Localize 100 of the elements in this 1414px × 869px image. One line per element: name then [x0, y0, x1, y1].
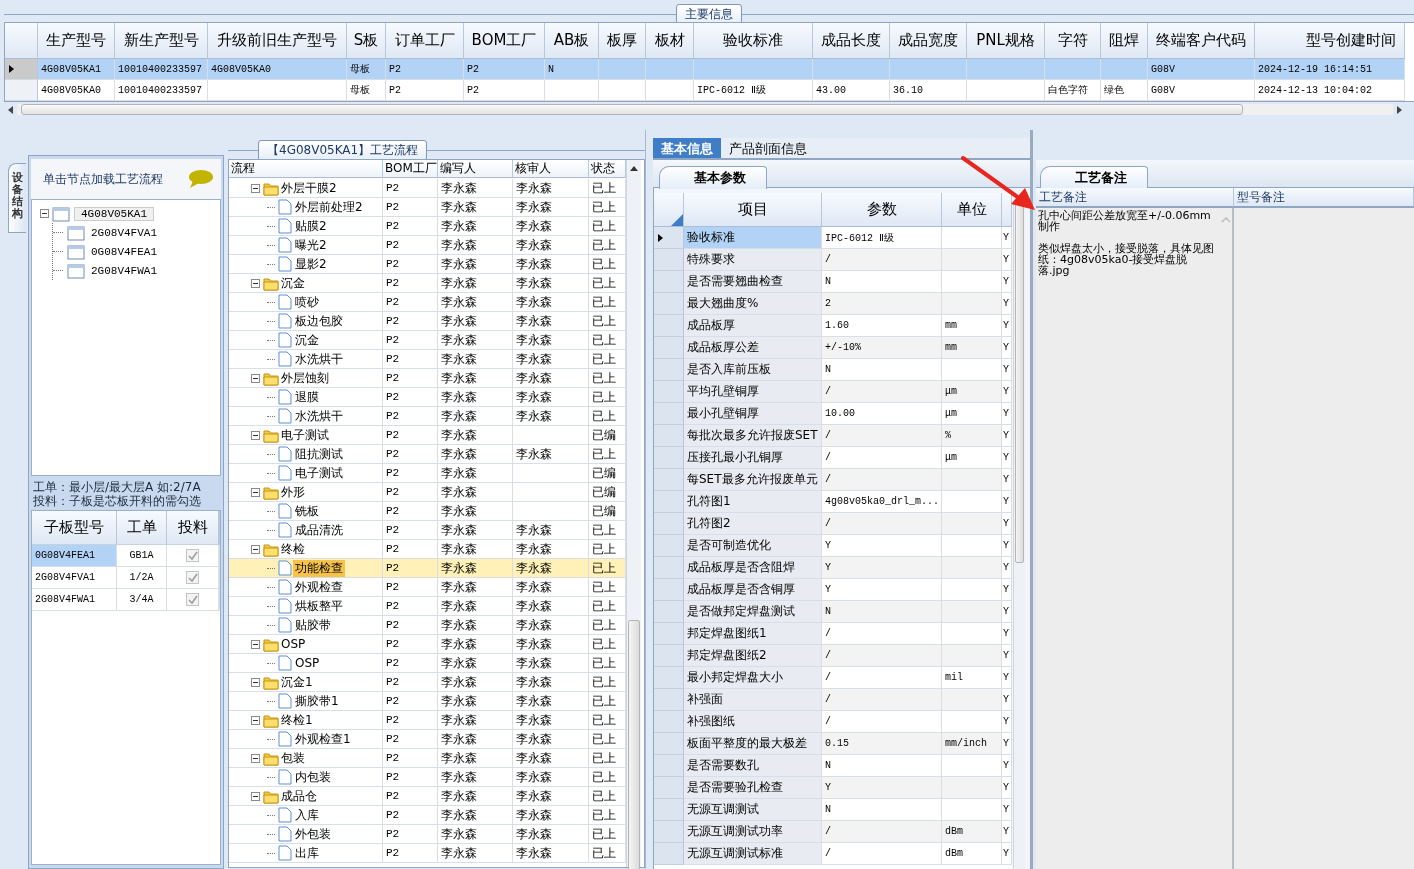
- tab[interactable]: 基本信息: [653, 138, 721, 158]
- tree-node[interactable]: 2G08V4FVA1: [91, 226, 157, 239]
- table-cell: 李永森: [438, 768, 513, 787]
- tree-node[interactable]: 终检: [279, 540, 307, 558]
- column-header[interactable]: 参数: [822, 193, 942, 227]
- tree-node[interactable]: 沉金: [293, 331, 321, 349]
- column-header[interactable]: 成品宽度: [890, 23, 967, 59]
- tree-node[interactable]: 外观检查: [293, 578, 345, 596]
- table-cell: 李永森: [513, 369, 589, 388]
- column-header[interactable]: 项目: [684, 193, 822, 227]
- column-header[interactable]: 工单: [117, 511, 167, 545]
- tree-node[interactable]: 外观检查1: [293, 730, 353, 748]
- tree-node[interactable]: 外层前处理2: [293, 198, 365, 216]
- collapse-icon[interactable]: [251, 544, 260, 554]
- table-cell[interactable]: 2G08V4FVA1: [32, 567, 117, 589]
- column-header[interactable]: 型号创建时间: [1255, 23, 1405, 59]
- tree-node[interactable]: 显影2: [293, 255, 329, 273]
- column-header[interactable]: 升级前旧生产型号: [208, 23, 347, 59]
- collapse-icon[interactable]: [40, 209, 49, 218]
- tree-node[interactable]: 贴膜2: [293, 217, 329, 235]
- tab[interactable]: 基本参数: [659, 166, 767, 189]
- column-header[interactable]: BOM工厂: [383, 160, 438, 178]
- collapse-icon[interactable]: [251, 373, 260, 383]
- tab[interactable]: 工艺备注: [1040, 166, 1148, 189]
- collapse-icon[interactable]: [251, 791, 260, 801]
- tree-node[interactable]: 成品仓: [279, 787, 319, 805]
- tab[interactable]: 产品剖面信息: [721, 138, 815, 158]
- tree-node[interactable]: 水洗烘干: [293, 350, 345, 368]
- tree-node[interactable]: 贴胶带: [293, 616, 333, 634]
- column-header[interactable]: 阻焊: [1101, 23, 1148, 59]
- column-header[interactable]: 订单工厂: [386, 23, 464, 59]
- tree-node[interactable]: 终检1: [279, 711, 315, 729]
- collapse-icon[interactable]: [251, 487, 260, 497]
- tree-node[interactable]: 外形: [279, 483, 307, 501]
- tree-node[interactable]: 2G08V4FWA1: [91, 264, 157, 277]
- tree-node[interactable]: OSP: [293, 656, 322, 670]
- column-header[interactable]: BOM工厂: [464, 23, 545, 59]
- column-header[interactable]: 生产型号: [38, 23, 115, 59]
- tree-node[interactable]: 阻抗测试: [293, 445, 345, 463]
- tree-node[interactable]: OSP: [279, 637, 308, 651]
- collapse-icon[interactable]: [251, 278, 260, 288]
- checkbox[interactable]: [186, 549, 199, 562]
- column-header[interactable]: 板厚: [599, 23, 646, 59]
- column-header[interactable]: AB板: [545, 23, 599, 59]
- tree-node[interactable]: 喷砂: [293, 293, 321, 311]
- table-cell[interactable]: 0G08V4FEA1: [32, 545, 117, 567]
- tree-node[interactable]: 内包装: [293, 768, 333, 786]
- collapse-icon[interactable]: [251, 639, 260, 649]
- tree-node[interactable]: 外包装: [293, 825, 333, 843]
- tree-node[interactable]: 成品清洗: [293, 521, 345, 539]
- tree-node[interactable]: 水洗烘干: [293, 407, 345, 425]
- table-cell: /: [822, 381, 942, 403]
- tree-node[interactable]: 出库: [293, 844, 321, 862]
- tree-node[interactable]: 4G08V05KA1: [74, 206, 154, 221]
- tree-node[interactable]: 板边包胶: [293, 312, 345, 330]
- collapse-icon[interactable]: [251, 430, 260, 440]
- checkbox[interactable]: [186, 593, 199, 606]
- collapse-icon[interactable]: [251, 183, 260, 193]
- vertical-scrollbar[interactable]: [626, 160, 641, 867]
- tree-node[interactable]: 外层干膜2: [279, 179, 339, 197]
- row-header[interactable]: [5, 59, 38, 80]
- table-cell[interactable]: 2G08V4FWA1: [32, 589, 117, 611]
- note-field[interactable]: 孔中心间距公差放宽至+/-0.06mm制作 类似焊盘太小，接受脱落，具体见图纸：4g08v05ka0-接受焊盘脱落.jpg: [1036, 208, 1220, 869]
- tree-node[interactable]: 退膜: [293, 388, 321, 406]
- column-header[interactable]: 编写人: [438, 160, 513, 178]
- tree-node[interactable]: 外层蚀刻: [279, 369, 331, 387]
- column-header[interactable]: 新生产型号: [115, 23, 208, 59]
- column-header[interactable]: 终端客户代码: [1148, 23, 1255, 59]
- side-tab[interactable]: 设备结构: [8, 163, 26, 233]
- collapse-icon[interactable]: [251, 677, 260, 687]
- column-header[interactable]: 板材: [646, 23, 694, 59]
- column-header[interactable]: 字符: [1045, 23, 1101, 59]
- checkbox[interactable]: [186, 571, 199, 584]
- tree-node[interactable]: 铣板: [293, 502, 321, 520]
- tree-node[interactable]: 功能检查: [293, 559, 345, 577]
- tree-node[interactable]: 入库: [293, 806, 321, 824]
- column-header[interactable]: S板: [347, 23, 386, 59]
- column-header[interactable]: 成品长度: [813, 23, 890, 59]
- column-header[interactable]: 流程: [229, 160, 383, 178]
- tree-node[interactable]: 沉金1: [279, 673, 315, 691]
- tree-node[interactable]: 沉金: [279, 274, 307, 292]
- column-header[interactable]: 核审人: [513, 160, 589, 178]
- column-header[interactable]: 投料: [167, 511, 219, 545]
- tree-node[interactable]: 包装: [279, 749, 307, 767]
- column-header[interactable]: 子板型号: [32, 511, 117, 545]
- collapse-icon[interactable]: [251, 753, 260, 763]
- column-header[interactable]: PNL规格: [967, 23, 1045, 59]
- column-header[interactable]: 状态: [589, 160, 626, 178]
- column-header[interactable]: 验收标准: [694, 23, 813, 59]
- tree-node[interactable]: 0G08V4FEA1: [91, 245, 157, 258]
- column-header[interactable]: 单位: [942, 193, 1002, 227]
- tree-node[interactable]: 烘板整平: [293, 597, 345, 615]
- vertical-scrollbar[interactable]: [1013, 203, 1025, 869]
- tree-node[interactable]: 电子测试: [279, 426, 331, 444]
- tree-node[interactable]: 曝光2: [293, 236, 329, 254]
- collapse-icon[interactable]: [251, 715, 260, 725]
- tree-node[interactable]: 电子测试: [293, 464, 345, 482]
- tree-node[interactable]: 撕胶带1: [293, 692, 341, 710]
- row-header[interactable]: [654, 227, 684, 249]
- table-cell: [545, 80, 599, 101]
